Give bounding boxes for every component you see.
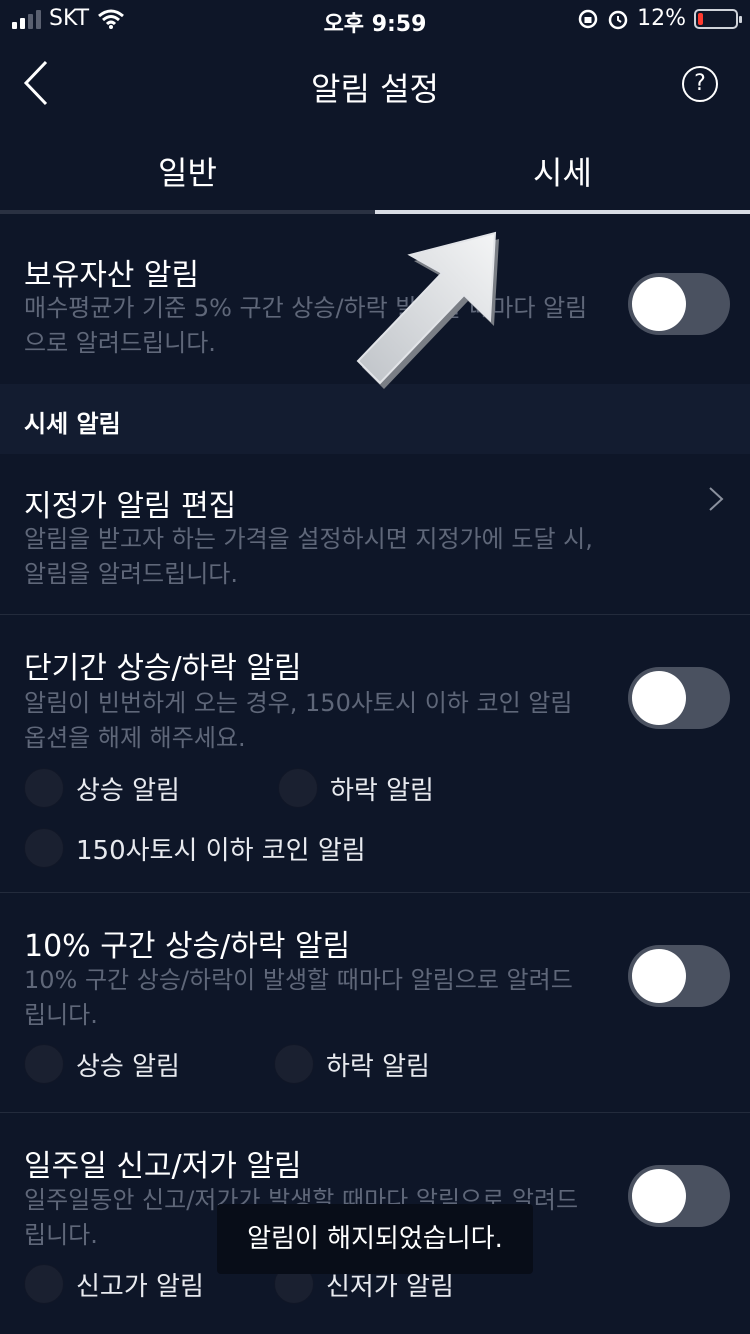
battery-icon <box>694 8 742 29</box>
toast-message: 알림이 해지되었습니다. <box>217 1204 533 1274</box>
divider <box>0 1112 750 1113</box>
toggle-knob <box>632 1169 686 1223</box>
option-label: 150사토시 이하 코인 알림 <box>76 835 366 866</box>
short-term-alert-toggle[interactable] <box>628 667 730 729</box>
battery-percent: 12% <box>637 6 686 31</box>
new-high-alert-option[interactable]: 신고가 알림 <box>24 1264 204 1304</box>
low-satoshi-alert-option[interactable]: 150사토시 이하 코인 알림 <box>24 828 366 868</box>
short-term-alert-title: 단기간 상승/하락 알림 <box>24 651 302 686</box>
chevron-right-icon[interactable] <box>702 486 728 512</box>
toggle-knob <box>632 277 686 331</box>
option-label: 신고가 알림 <box>76 1271 204 1302</box>
tab-active-indicator <box>375 210 750 214</box>
target-price-title[interactable]: 지정가 알림 편집 <box>24 481 236 525</box>
toggle-knob <box>632 949 686 1003</box>
tab-general[interactable]: 일반 <box>0 148 375 194</box>
short-term-alert-desc: 알림이 빈번하게 오는 경우, 150사토시 이하 코인 알림 옵션을 해제 해… <box>24 689 573 752</box>
option-label: 하락 알림 <box>326 1051 430 1082</box>
radio-button[interactable] <box>24 768 64 808</box>
option-label: 하락 알림 <box>330 775 434 806</box>
divider <box>0 892 750 893</box>
status-bar: SKT 오후 9:59 12% <box>0 0 750 40</box>
holdings-alert-toggle[interactable] <box>628 273 730 335</box>
radio-button[interactable] <box>24 1044 64 1084</box>
tab-underline <box>0 210 375 214</box>
radio-button[interactable] <box>278 768 318 808</box>
option-label: 상승 알림 <box>76 1051 180 1082</box>
target-price-desc: 알림을 받고자 하는 가격을 설정하시면 지정가에 도달 시, 알림을 알려드립… <box>24 525 593 588</box>
alarm-clock-icon <box>608 10 628 29</box>
tab-bar: 일반 시세 <box>0 140 750 214</box>
nav-header: 알림 설정 ? <box>0 44 750 124</box>
radio-button[interactable] <box>24 828 64 868</box>
help-button[interactable]: ? <box>682 66 718 102</box>
radio-button[interactable] <box>274 1044 314 1084</box>
ten-percent-alert-title: 10% 구간 상승/하락 알림 <box>24 929 351 964</box>
page-title: 알림 설정 <box>311 70 439 108</box>
toggle-knob <box>632 671 686 725</box>
radio-button[interactable] <box>24 1264 64 1304</box>
fall-alert-option[interactable]: 하락 알림 <box>274 1044 430 1084</box>
option-label: 상승 알림 <box>76 775 180 806</box>
rotation-lock-icon <box>578 9 598 28</box>
rise-alert-option[interactable]: 상승 알림 <box>24 768 180 808</box>
tab-market[interactable]: 시세 <box>375 148 750 194</box>
ten-percent-alert-desc: 10% 구간 상승/하락이 발생할 때마다 알림으로 알려드립니다. <box>24 966 573 1029</box>
weekly-high-low-title: 일주일 신고/저가 알림 <box>24 1149 302 1184</box>
divider <box>0 614 750 615</box>
fall-alert-option[interactable]: 하락 알림 <box>278 768 434 808</box>
pointer-arrow-icon <box>356 231 499 389</box>
ten-percent-alert-toggle[interactable] <box>628 945 730 1007</box>
holdings-alert-title: 보유자산 알림 <box>24 258 200 293</box>
weekly-high-low-toggle[interactable] <box>628 1165 730 1227</box>
group-label: 시세 알림 <box>24 410 121 438</box>
rise-alert-option[interactable]: 상승 알림 <box>24 1044 180 1084</box>
